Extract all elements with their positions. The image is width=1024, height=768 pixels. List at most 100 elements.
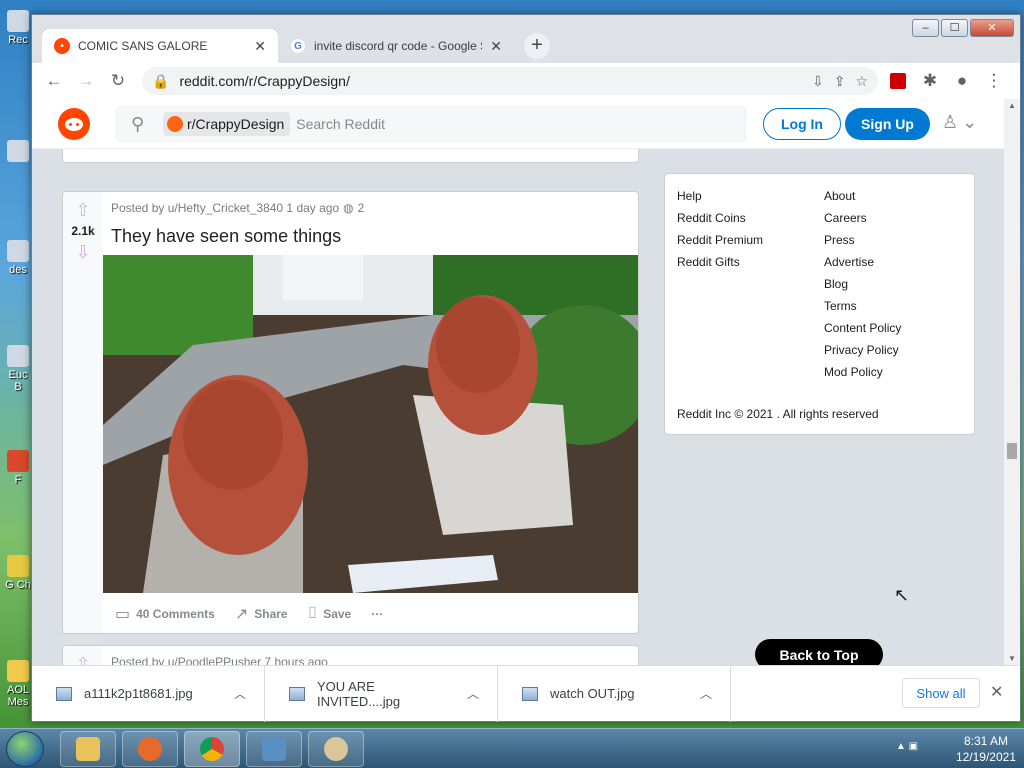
share-icon[interactable]: ⇪ — [834, 73, 846, 90]
award-icon: ◍ — [343, 201, 354, 215]
maximize-button[interactable]: ☐ — [941, 19, 968, 37]
post-meta: Posted by u/Hefty_Cricket_3840 1 day ago… — [111, 201, 364, 215]
download-item[interactable]: YOU ARE INVITED....jpg ︿ — [265, 665, 498, 722]
subreddit-chip[interactable]: r/CrappyDesign — [163, 112, 291, 136]
search-input[interactable]: Search Reddit — [296, 116, 385, 132]
show-all-downloads-button[interactable]: Show all — [902, 678, 980, 708]
reddit-logo-icon[interactable] — [58, 108, 90, 140]
post-title[interactable]: They have seen some things — [111, 226, 341, 247]
more-options-button[interactable]: ··· — [371, 607, 383, 621]
chrome-icon — [200, 737, 224, 761]
desktop-icon[interactable]: Euc B — [4, 345, 32, 393]
desktop-icon[interactable] — [4, 140, 32, 164]
reload-icon[interactable]: ↻ — [104, 67, 132, 95]
tab-google[interactable]: G invite discord qr code - Google S ✕ — [278, 29, 514, 63]
taskbar-photo-viewer[interactable] — [246, 731, 302, 767]
scrollbar-thumb[interactable] — [1007, 443, 1017, 459]
menu-kebab-icon[interactable]: ⋮ — [980, 67, 1008, 95]
post-card[interactable]: ⇧ 2.1k ⇩ Posted by u/Hefty_Cricket_3840 … — [62, 191, 639, 634]
footer-link[interactable]: Terms — [824, 298, 901, 314]
footer-links-column: About Careers Press Advertise Blog Terms… — [824, 188, 901, 380]
footer-link[interactable]: About — [824, 188, 901, 204]
profile-icon[interactable]: ● — [948, 67, 976, 95]
start-button[interactable] — [6, 731, 44, 767]
tab-title: COMIC SANS GALORE — [78, 39, 208, 53]
image-file-icon — [56, 686, 72, 701]
share-button[interactable]: ↗ Share — [235, 604, 288, 624]
footer-link[interactable]: Help — [677, 188, 763, 204]
footer-link[interactable]: Mod Policy — [824, 364, 901, 380]
post-author-line[interactable]: Posted by u/PoodlePPusher 7 hours ago — [111, 655, 328, 665]
download-item[interactable]: watch OUT.jpg ︿ — [498, 665, 731, 722]
close-shelf-icon[interactable]: ✕ — [990, 682, 1003, 702]
post-image-lion-statues[interactable] — [103, 255, 638, 593]
url-text[interactable]: reddit.com/r/CrappyDesign/ — [179, 73, 802, 89]
taskbar-chrome[interactable] — [184, 731, 240, 767]
system-clock[interactable]: 8:31 AM 12/19/2021 — [956, 733, 1016, 765]
address-bar[interactable]: 🔒 reddit.com/r/CrappyDesign/ ⇩ ⇪ ☆ — [142, 67, 878, 95]
post-author-line[interactable]: Posted by u/Hefty_Cricket_3840 1 day ago — [111, 201, 339, 215]
bookmark-star-icon[interactable]: ☆ — [855, 73, 868, 90]
signup-button[interactable]: Sign Up — [845, 108, 930, 140]
youtube-extension-icon[interactable] — [884, 67, 912, 95]
save-button[interactable]: ⌷ Save — [308, 605, 352, 623]
footer-link[interactable]: Reddit Coins — [677, 210, 763, 226]
footer-link[interactable]: Blog — [824, 276, 901, 292]
comments-button[interactable]: ▭ 40 Comments — [115, 604, 215, 624]
desktop-icon[interactable]: F — [4, 450, 32, 486]
show-hidden-icons-icon[interactable]: ▲ ▣ — [896, 741, 918, 752]
downvote-arrow-icon[interactable]: ⇩ — [75, 242, 90, 262]
footer-link[interactable]: Privacy Policy — [824, 342, 901, 358]
user-menu[interactable]: ♙ ⌄ — [942, 112, 977, 133]
scroll-up-icon[interactable]: ▲ — [1008, 101, 1016, 110]
scroll-down-icon[interactable]: ▼ — [1008, 654, 1016, 663]
upvote-arrow-icon[interactable]: ⇧ — [75, 200, 90, 220]
search-bar[interactable]: ⚲ r/CrappyDesign Search Reddit — [116, 106, 746, 142]
search-icon: ⚲ — [131, 113, 145, 134]
mouse-cursor-icon: ↖ — [894, 585, 910, 605]
window-controls: – ☐ ✕ — [912, 19, 1014, 37]
footer-link[interactable]: Reddit Premium — [677, 232, 763, 248]
close-window-button[interactable]: ✕ — [970, 19, 1014, 37]
post-meta: Posted by u/PoodlePPusher 7 hours ago — [111, 655, 328, 665]
footer-link[interactable]: Content Policy — [824, 320, 901, 336]
extensions-puzzle-icon[interactable]: ✱ — [916, 67, 944, 95]
forward-icon[interactable]: → — [72, 67, 100, 95]
new-tab-button[interactable]: + — [524, 33, 550, 59]
desktop-icon[interactable]: AOL Mes — [4, 660, 32, 708]
chevron-up-icon[interactable]: ︿ — [234, 685, 246, 702]
lock-icon[interactable]: 🔒 — [152, 73, 169, 90]
install-icon[interactable]: ⇩ — [812, 73, 824, 90]
footer-links-card: Help Reddit Coins Reddit Premium Reddit … — [664, 173, 975, 435]
desktop-icon-recycle-bin[interactable]: Rec — [4, 10, 32, 46]
chevron-up-icon[interactable]: ︿ — [700, 685, 712, 702]
close-tab-icon[interactable]: ✕ — [490, 38, 502, 55]
taskbar-explorer[interactable] — [60, 731, 116, 767]
page-scrollbar[interactable]: ▲ ▼ — [1004, 99, 1020, 665]
photo-viewer-icon — [262, 737, 286, 761]
back-icon[interactable]: ← — [40, 67, 68, 95]
footer-link[interactable]: Reddit Gifts — [677, 254, 763, 270]
folder-icon — [76, 737, 100, 761]
footer-link[interactable]: Careers — [824, 210, 901, 226]
tab-reddit[interactable]: • COMIC SANS GALORE ✕ — [42, 29, 278, 63]
upvote-arrow-icon[interactable]: ⇧ — [75, 654, 90, 665]
minimize-button[interactable]: – — [912, 19, 939, 37]
footer-link[interactable]: Press — [824, 232, 901, 248]
desktop-icon[interactable]: G Ch — [4, 555, 32, 591]
footer-link[interactable]: Advertise — [824, 254, 901, 270]
download-filename: YOU ARE INVITED....jpg — [317, 678, 401, 709]
taskbar-paint[interactable] — [308, 731, 364, 767]
image-file-icon — [289, 686, 305, 701]
image-file-icon — [522, 686, 538, 701]
close-tab-icon[interactable]: ✕ — [254, 38, 266, 55]
paint-icon — [324, 737, 348, 761]
chevron-up-icon[interactable]: ︿ — [467, 685, 479, 702]
desktop-icon[interactable]: des — [4, 240, 32, 276]
post-card[interactable]: ⇧ Posted by u/PoodlePPusher 7 hours ago — [62, 645, 639, 665]
login-button[interactable]: Log In — [763, 108, 841, 140]
taskbar-firefox[interactable] — [122, 731, 178, 767]
google-icon: G — [290, 38, 306, 54]
download-item[interactable]: a111k2p1t8681.jpg ︿ — [32, 665, 265, 722]
back-to-top-button[interactable]: Back to Top — [755, 639, 883, 665]
